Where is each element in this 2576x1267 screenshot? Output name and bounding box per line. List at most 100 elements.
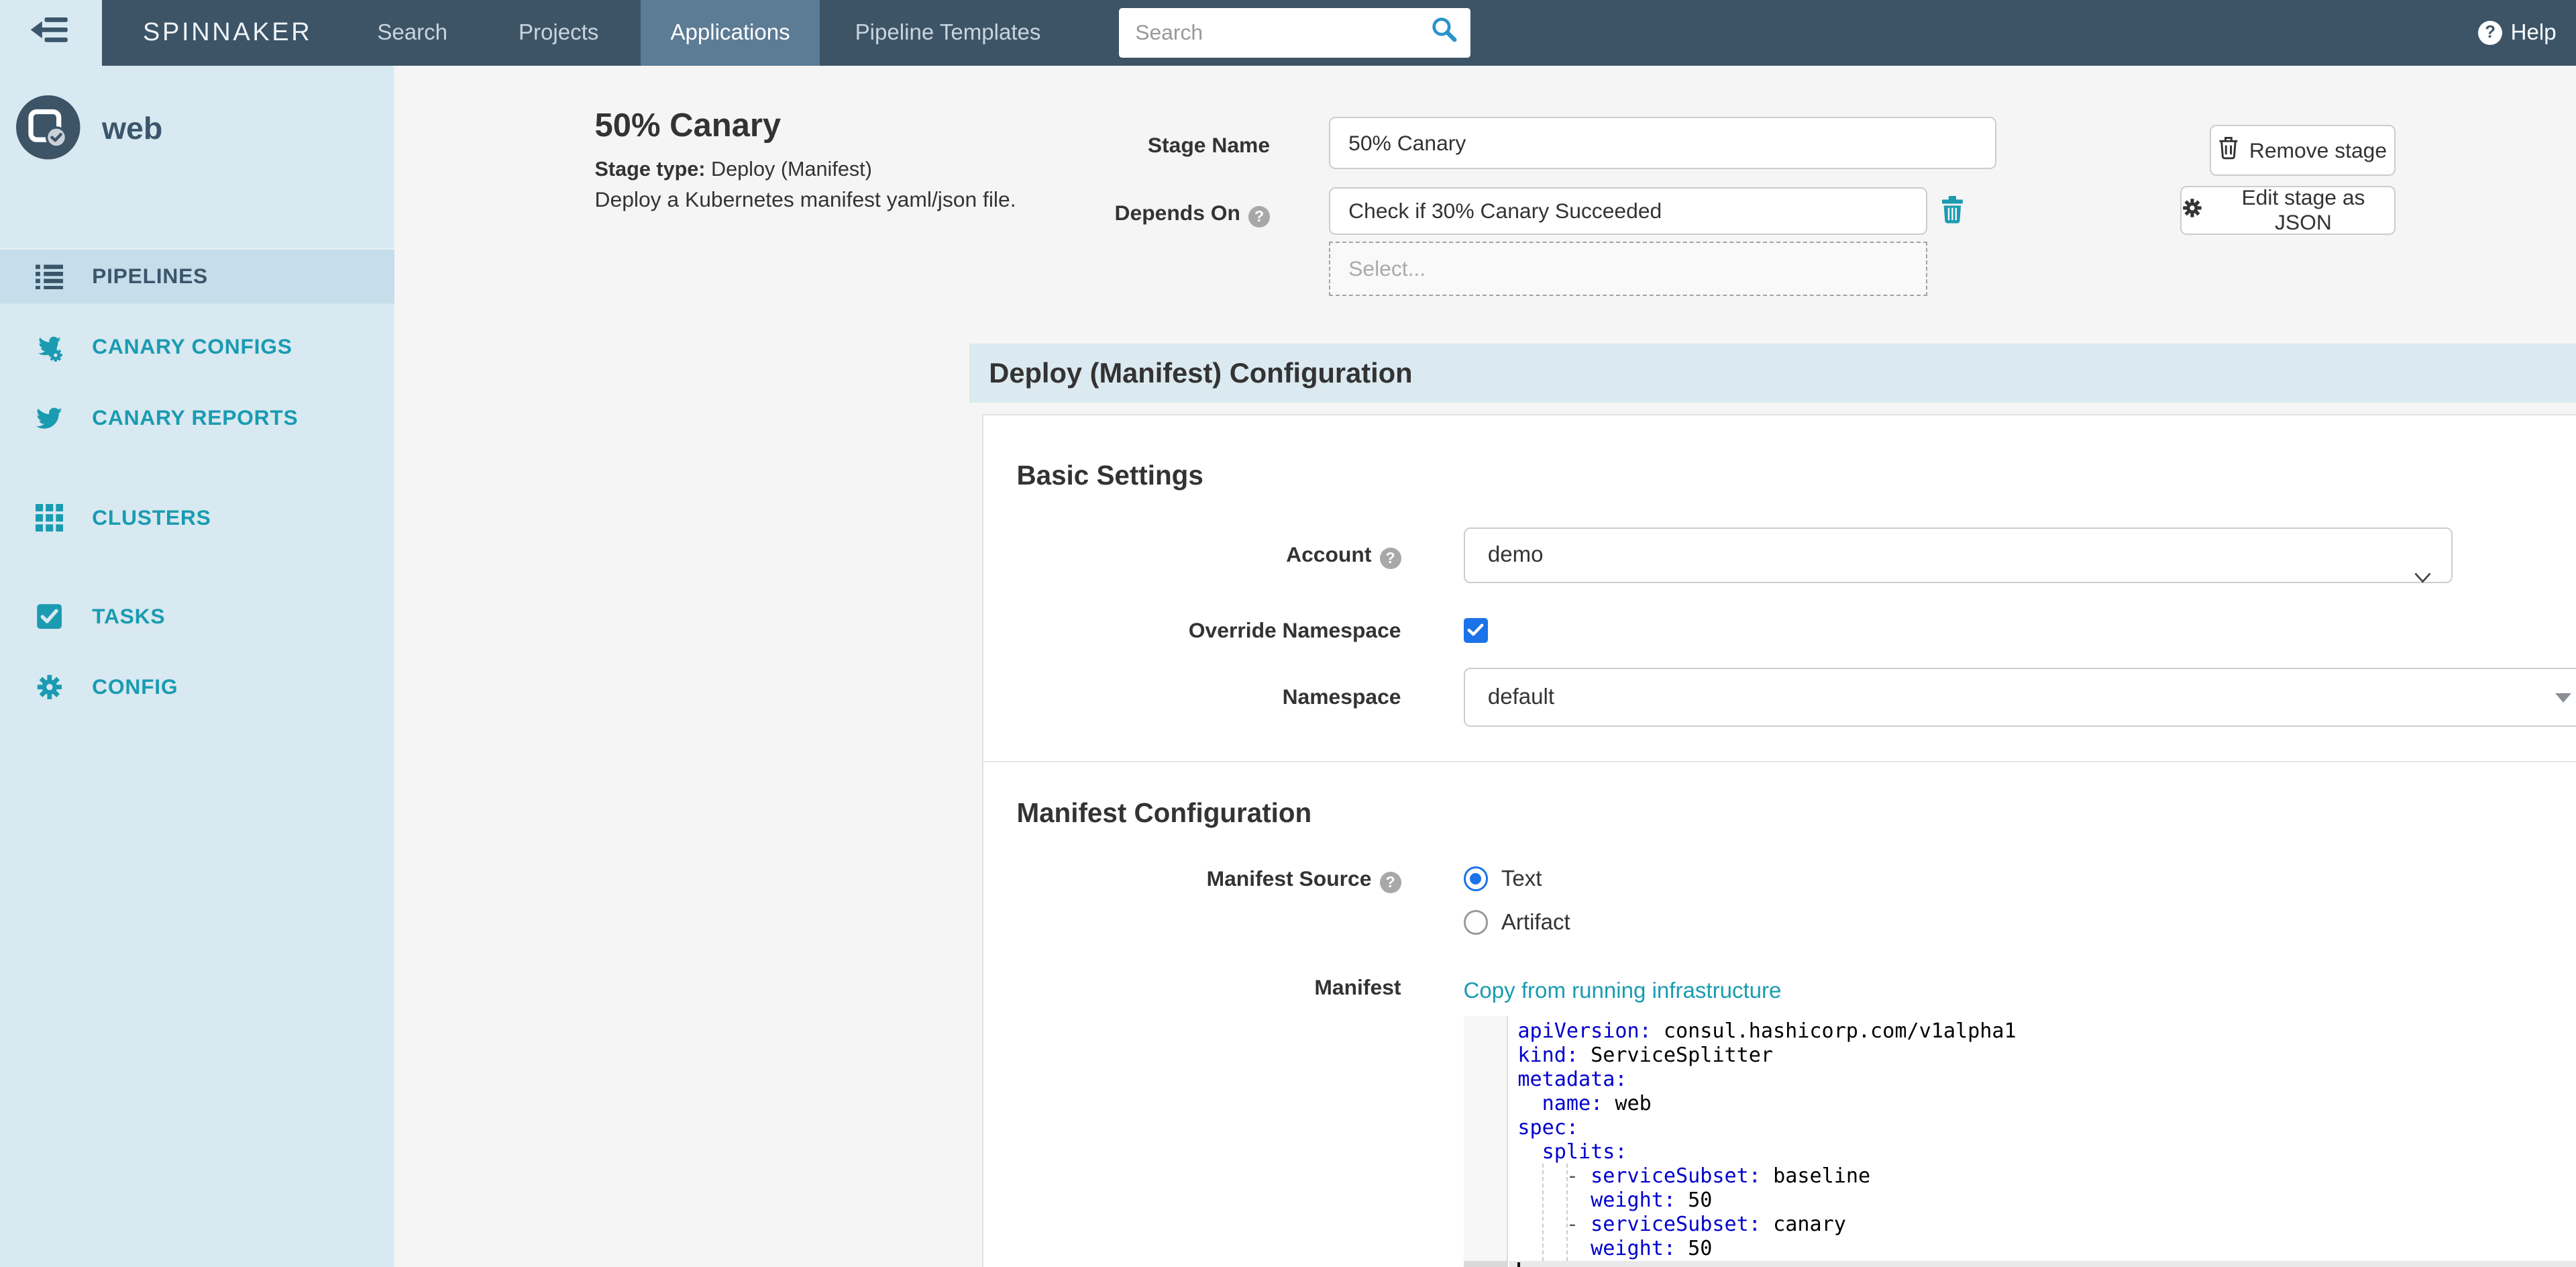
- code-line: name: web: [1517, 1092, 2576, 1116]
- manifest-row: Manifest Copy from running infrastructur…: [983, 975, 2576, 1267]
- manifest-configuration-heading: Manifest Configuration: [983, 797, 2576, 829]
- sidebar-item-label: CANARY CONFIGS: [92, 334, 292, 359]
- sidebar-item-pipelines[interactable]: PIPELINES: [0, 248, 394, 304]
- remove-dependency-trash-icon[interactable]: [1940, 195, 1965, 232]
- nav-item-projects[interactable]: Projects: [502, 0, 614, 66]
- nav-item-pipeline-templates[interactable]: Pipeline Templates: [838, 0, 1058, 66]
- stage-name-input[interactable]: [1329, 117, 1996, 169]
- application-header[interactable]: web: [0, 95, 394, 194]
- sidebar-item-label: CLUSTERS: [92, 505, 211, 530]
- config-gear-icon: [34, 672, 64, 702]
- deploy-configuration-header: Deploy (Manifest) Configuration: [969, 344, 2576, 403]
- namespace-row: Namespace default: [983, 668, 2576, 727]
- global-search-input[interactable]: [1119, 20, 1431, 45]
- stage-type: Stage type: Deploy (Manifest): [595, 158, 872, 181]
- sidebar-item-label: CANARY REPORTS: [92, 405, 298, 430]
- sidebar-item-canary-reports[interactable]: CANARY REPORTS: [0, 387, 394, 449]
- code-line: - serviceSubset: baseline: [1517, 1164, 2576, 1188]
- code-line: spec:: [1517, 1116, 2576, 1140]
- manifest-control: Copy from running infrastructure apiVers…: [1464, 975, 2576, 1267]
- namespace-dropdown[interactable]: default: [1464, 668, 2576, 727]
- trash-icon: [2218, 136, 2239, 166]
- code-gutter: [1464, 1016, 1508, 1267]
- spinnaker-app: SPINNAKER Search Projects Applications P…: [0, 0, 2576, 1267]
- app-sidebar: web PIPELINES: [0, 66, 394, 1267]
- edit-stage-json-label: Edit stage as JSON: [2212, 185, 2394, 235]
- stage-type-label: Stage type:: [595, 158, 706, 181]
- sidebar-collapse-button[interactable]: [0, 0, 102, 66]
- code-line: apiVersion: consul.hashicorp.com/v1alpha…: [1517, 1019, 2576, 1044]
- brand-title: SPINNAKER: [143, 0, 312, 66]
- sidebar-item-label: CONFIG: [92, 674, 178, 699]
- manifest-source-help-icon[interactable]: ?: [1380, 872, 1401, 893]
- chevron-down-icon: [2414, 550, 2432, 603]
- gear-icon: [2182, 197, 2203, 224]
- help-label: Help: [2511, 20, 2557, 46]
- manifest-code-editor[interactable]: apiVersion: consul.hashicorp.com/v1alpha…: [1464, 1016, 2576, 1267]
- copy-from-running-link[interactable]: Copy from running infrastructure: [1464, 978, 1782, 1004]
- namespace-value: default: [1488, 685, 1554, 709]
- basic-settings-heading: Basic Settings: [983, 460, 2576, 491]
- sidebar-item-tasks[interactable]: TASKS: [0, 585, 394, 648]
- manifest-source-options: Text Artifact: [1464, 866, 1570, 935]
- pipelines-list-icon: [34, 261, 64, 291]
- radio-selected-icon: [1464, 866, 1489, 891]
- namespace-label: Namespace: [1016, 685, 1401, 709]
- depends-on-help-icon[interactable]: ?: [1248, 206, 1270, 227]
- code-line: metadata:: [1517, 1068, 2576, 1092]
- remove-stage-label: Remove stage: [2249, 138, 2387, 163]
- code-line: splits:: [1517, 1140, 2576, 1164]
- code-line: weight: 50: [1517, 1188, 2576, 1213]
- canary-configs-icon: [34, 332, 64, 362]
- depends-on-add-select[interactable]: Select...: [1329, 242, 1927, 296]
- account-label: Account?: [1016, 542, 1401, 569]
- code-lines: apiVersion: consul.hashicorp.com/v1alpha…: [1517, 1019, 2576, 1261]
- account-select[interactable]: demo: [1464, 527, 2453, 583]
- help-circle-icon: ?: [2478, 21, 2503, 46]
- stage-name-label: Stage Name: [1073, 133, 1270, 158]
- nav-item-applications[interactable]: Applications: [641, 0, 820, 66]
- text-cursor: [1517, 1262, 1519, 1267]
- stage-editor-header: 50% Canary Stage type: Deploy (Manifest)…: [394, 66, 2576, 344]
- account-help-icon[interactable]: ?: [1380, 548, 1401, 569]
- override-namespace-checkbox[interactable]: [1464, 618, 1489, 643]
- manifest-source-artifact-radio[interactable]: Artifact: [1464, 910, 1570, 935]
- stage-type-value: Deploy (Manifest): [711, 158, 872, 181]
- sidebar-item-label: PIPELINES: [92, 264, 208, 289]
- code-gutter-active-cell: [1464, 1261, 1508, 1267]
- sidebar-item-label: TASKS: [92, 604, 165, 629]
- manifest-source-row: Manifest Source? Text Artifact: [983, 866, 2576, 935]
- sidebar-item-config[interactable]: CONFIG: [0, 656, 394, 718]
- caret-down-icon: [2555, 693, 2571, 703]
- override-namespace-row: Override Namespace: [983, 618, 2576, 643]
- code-line: - serviceSubset: canary: [1517, 1213, 2576, 1237]
- override-namespace-label: Override Namespace: [1016, 618, 1401, 643]
- nav-item-search[interactable]: Search: [360, 0, 465, 66]
- section-divider: [983, 761, 2576, 762]
- radio-unselected-icon: [1464, 910, 1489, 935]
- depends-on-label: Depends On?: [1073, 201, 1270, 227]
- clusters-grid-icon: [34, 503, 64, 532]
- tasks-check-icon: [34, 601, 64, 631]
- remove-stage-button[interactable]: Remove stage: [2210, 125, 2396, 176]
- search-icon[interactable]: [1431, 16, 1457, 49]
- help-button[interactable]: ? Help: [2478, 0, 2557, 66]
- application-icon: [16, 95, 80, 166]
- global-search-box: [1119, 8, 1470, 57]
- sidebar-item-canary-configs[interactable]: CANARY CONFIGS: [0, 315, 394, 378]
- top-navbar: SPINNAKER Search Projects Applications P…: [0, 0, 2576, 66]
- stage-description: Deploy a Kubernetes manifest yaml/json f…: [595, 187, 1016, 212]
- depends-on-input[interactable]: [1329, 187, 1927, 235]
- edit-stage-json-button[interactable]: Edit stage as JSON: [2180, 186, 2396, 235]
- collapse-menu-icon: [28, 10, 74, 56]
- stage-title: 50% Canary: [595, 107, 782, 144]
- code-active-line: [1509, 1261, 2576, 1267]
- sidebar-item-clusters[interactable]: CLUSTERS: [0, 487, 394, 549]
- canary-reports-icon: [34, 403, 64, 432]
- application-name: web: [102, 110, 162, 146]
- manifest-source-label: Manifest Source?: [1016, 866, 1401, 893]
- manifest-source-text-radio[interactable]: Text: [1464, 866, 1570, 892]
- manifest-label: Manifest: [1016, 975, 1401, 1000]
- account-value: demo: [1488, 542, 1544, 567]
- account-row: Account? demo: [983, 527, 2576, 583]
